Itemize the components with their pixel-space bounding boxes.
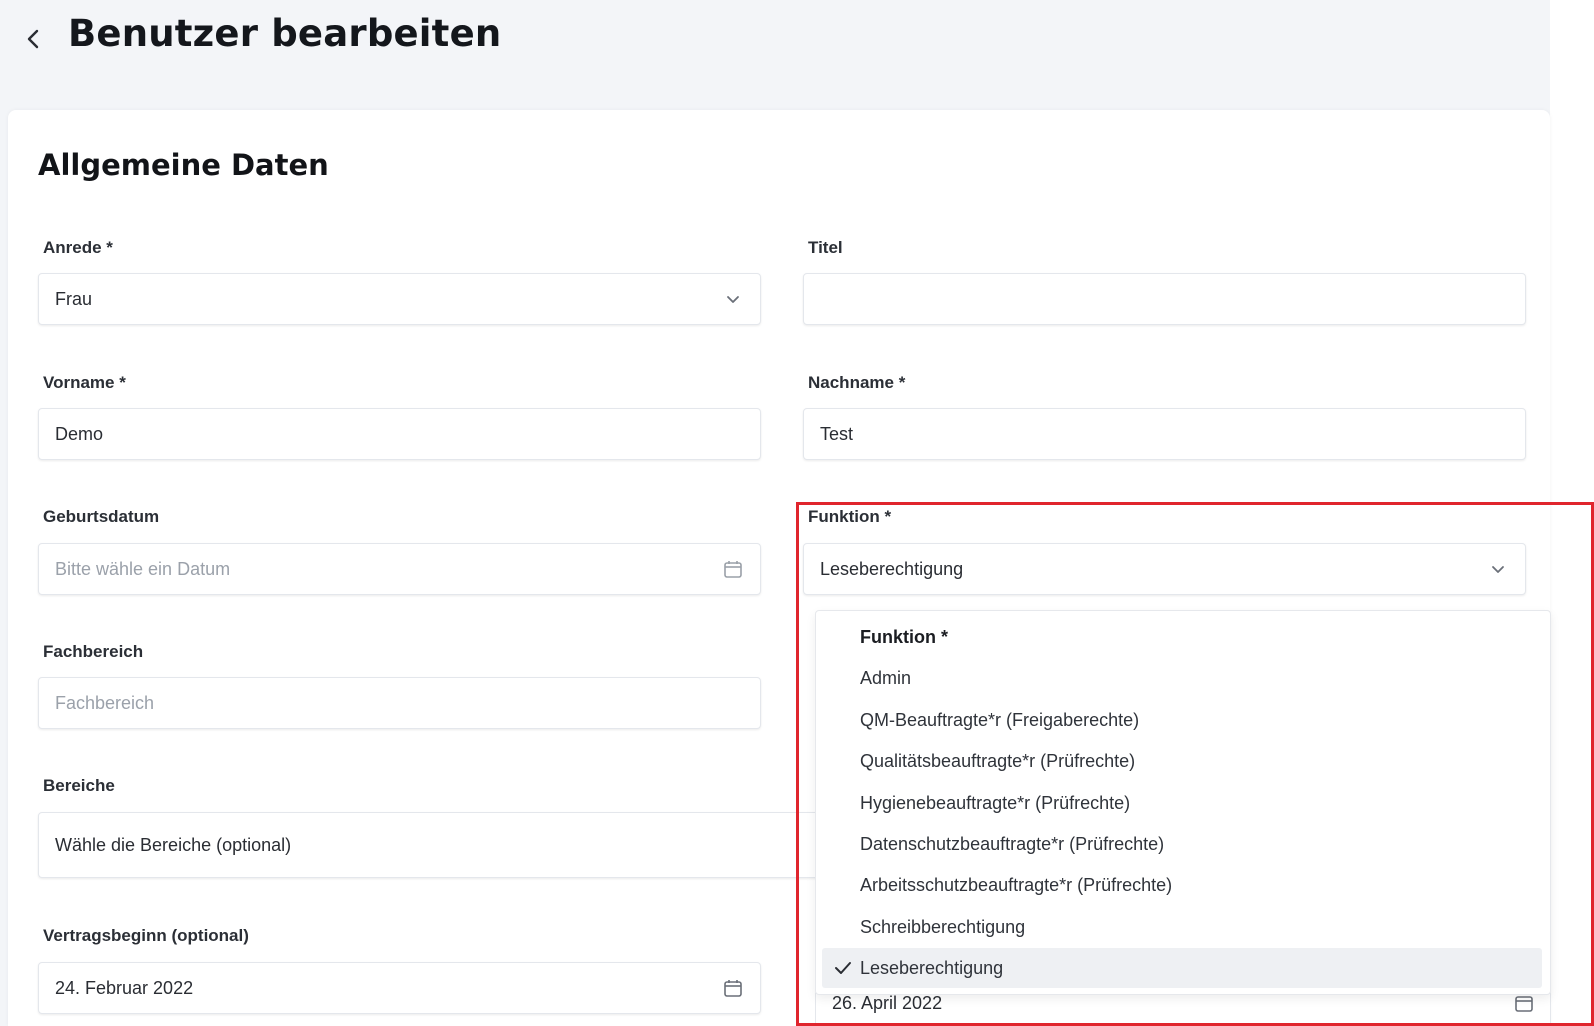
nachname-label: Nachname * — [808, 373, 906, 392]
chevron-left-icon — [27, 29, 39, 49]
funktion-value: Leseberechtigung — [820, 558, 964, 579]
anrede-label: Anrede * — [43, 238, 113, 257]
vertragsbeginn-input[interactable]: 24. Februar 2022 — [38, 962, 761, 1014]
vorname-input[interactable]: Demo — [38, 408, 761, 460]
chevron-down-icon — [722, 288, 744, 310]
option-qm-beauftragte[interactable]: QM-Beauftragte*r (Freigaberechte) — [822, 700, 1542, 740]
funktion-dropdown-menu: Funktion * Admin QM-Beauftragte*r (Freig… — [815, 610, 1551, 995]
option-schreibberechtigung[interactable]: Schreibberechtigung — [822, 907, 1542, 947]
option-hygienebeauftragte[interactable]: Hygienebeauftragte*r (Prüfrechte) — [822, 783, 1542, 823]
titel-label: Titel — [808, 238, 843, 257]
vertragsende-value: 26. April 2022 — [832, 993, 943, 1013]
calendar-icon[interactable] — [1514, 993, 1534, 1018]
option-datenschutzbeauftragte[interactable]: Datenschutzbeauftragte*r (Prüfrechte) — [822, 824, 1542, 864]
geburtsdatum-placeholder: Bitte wähle ein Datum — [55, 558, 231, 579]
section-title: Allgemeine Daten — [38, 148, 329, 182]
option-leseberechtigung[interactable]: Leseberechtigung — [822, 948, 1542, 988]
geburtsdatum-input[interactable]: Bitte wähle ein Datum — [38, 543, 761, 595]
anrede-select[interactable]: Frau — [38, 273, 761, 325]
option-admin[interactable]: Admin — [822, 658, 1542, 698]
fachbereich-placeholder: Fachbereich — [55, 692, 155, 713]
fachbereich-label: Fachbereich — [43, 642, 144, 661]
calendar-icon[interactable] — [722, 558, 744, 580]
titel-input[interactable] — [803, 273, 1526, 325]
vertragsbeginn-label: Vertragsbeginn (optional) — [43, 926, 249, 945]
back-button[interactable] — [22, 26, 44, 52]
dropdown-header: Funktion * — [860, 626, 948, 647]
vorname-value: Demo — [55, 423, 104, 444]
funktion-select[interactable]: Leseberechtigung — [803, 543, 1526, 595]
option-qualitaetsbeauftragte[interactable]: Qualitätsbeauftragte*r (Prüfrechte) — [822, 741, 1542, 781]
right-gutter — [1550, 0, 1594, 1026]
nachname-value: Test — [820, 423, 854, 444]
vorname-label: Vorname * — [43, 373, 126, 392]
nachname-input[interactable]: Test — [803, 408, 1526, 460]
option-arbeitsschutzbeauftragte[interactable]: Arbeitsschutzbeauftragte*r (Prüfrechte) — [822, 865, 1542, 905]
fachbereich-input[interactable]: Fachbereich — [38, 677, 761, 729]
page-title: Benutzer bearbeiten — [68, 12, 502, 55]
chevron-down-icon — [1487, 558, 1509, 580]
funktion-label: Funktion * — [808, 507, 892, 526]
geburtsdatum-label: Geburtsdatum — [43, 507, 160, 526]
calendar-icon[interactable] — [722, 977, 744, 999]
checkmark-icon — [835, 962, 851, 974]
page-header: Benutzer bearbeiten — [0, 0, 1550, 108]
anrede-value: Frau — [55, 288, 93, 309]
option-label: Leseberechtigung — [860, 957, 1004, 978]
vertragsbeginn-value: 24. Februar 2022 — [55, 977, 194, 998]
bereiche-label: Bereiche — [43, 776, 115, 795]
vertragsende-input[interactable]: 26. April 2022 — [815, 990, 1551, 1026]
